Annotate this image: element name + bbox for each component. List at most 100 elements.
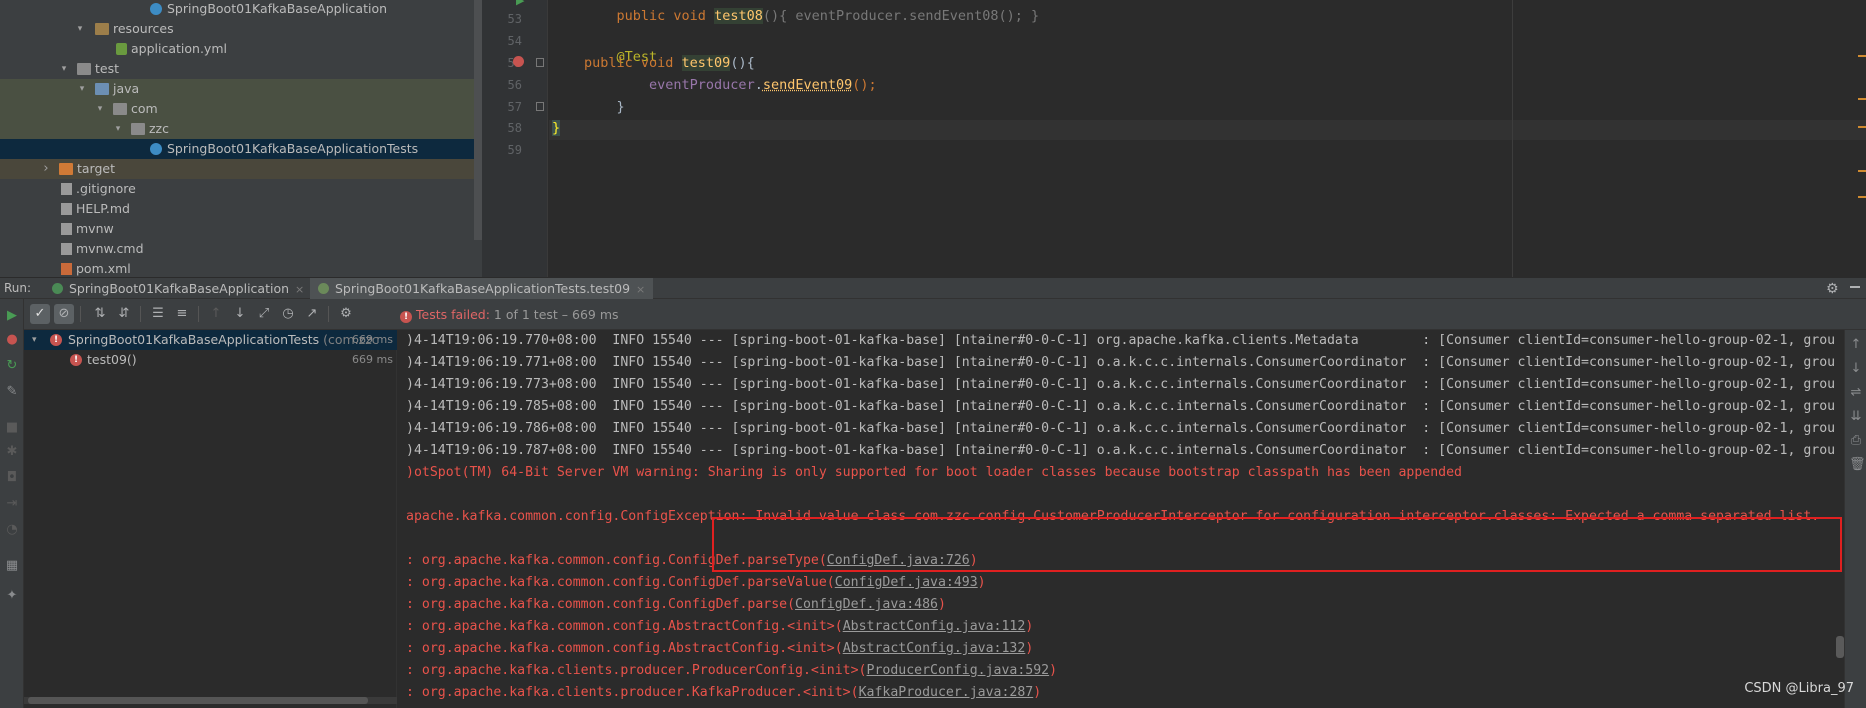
scrollbar-thumb[interactable] — [28, 697, 368, 704]
gear-icon[interactable]: ⚙ — [336, 304, 356, 324]
soft-wrap-icon[interactable]: ⇌ — [1849, 386, 1863, 400]
folder-icon — [77, 63, 91, 75]
wrench-icon[interactable]: ✎ — [5, 385, 19, 399]
debug-icon[interactable]: ✱ — [5, 445, 19, 459]
source-link[interactable]: AbstractConfig.java:132 — [843, 641, 1026, 656]
sort-alpha-icon[interactable]: ⇅ — [90, 304, 110, 324]
code-editor[interactable]: 53 54 55 56 57 58 59 ▶ public void test0… — [482, 0, 1866, 277]
previous-failed-icon[interactable]: ↑ — [206, 304, 226, 324]
yml-file-icon — [116, 43, 127, 55]
chevron-down-icon[interactable]: ▾ — [74, 19, 86, 39]
error-highlight-box — [712, 517, 1842, 572]
fold-icon[interactable] — [536, 102, 544, 111]
tree-item-mvnw[interactable]: mvnw — [0, 219, 474, 239]
error-stripe-marker[interactable] — [1858, 98, 1866, 100]
error-stripe-marker[interactable] — [1858, 55, 1866, 57]
tree-item-java[interactable]: ▾ java — [0, 79, 474, 99]
arrow-up-icon[interactable]: ↑ — [1849, 338, 1863, 352]
tree-scrollbar[interactable] — [474, 0, 482, 240]
arrow-down-icon[interactable]: ↓ — [1849, 362, 1863, 376]
toggle-auto-test-icon[interactable]: ↻ — [5, 359, 19, 373]
code-line-58: } — [552, 120, 561, 136]
rerun-icon[interactable]: ▶ — [5, 309, 19, 323]
tree-item-resources[interactable]: ▾ resources — [0, 19, 474, 39]
run-failed-test-icon[interactable] — [513, 56, 524, 67]
source-link[interactable]: ProducerConfig.java:592 — [867, 663, 1050, 678]
stack-frame: : org.apache.kafka.common.config.ConfigD… — [406, 597, 946, 612]
chevron-down-icon[interactable]: ▾ — [112, 119, 124, 139]
tree-item-com[interactable]: ▾ com — [0, 99, 474, 119]
export-icon[interactable]: ↗ — [302, 304, 322, 324]
source-link[interactable]: ConfigDef.java:493 — [835, 575, 978, 590]
current-line-highlight — [549, 120, 1866, 140]
import-tests-icon[interactable]: ⤢ — [254, 304, 274, 324]
close-icon[interactable]: × — [636, 283, 645, 296]
hide-icon[interactable] — [1850, 286, 1860, 288]
tree-item-test[interactable]: ▾ test — [0, 59, 474, 79]
show-ignored-icon[interactable]: ⊘ — [54, 304, 74, 324]
sort-duration-icon[interactable]: ⇵ — [114, 304, 134, 324]
run-tab-application[interactable]: SpringBoot01KafkaBaseApplication × — [46, 278, 310, 299]
tree-item-pom-xml[interactable]: pom.xml — [0, 259, 474, 277]
source-link[interactable]: ConfigDef.java:486 — [795, 597, 938, 612]
test-case-row[interactable]: ! test09() 669 ms — [24, 350, 397, 370]
log-line: )4-14T19:06:19.786+08:00 INFO 15540 --- … — [406, 421, 1836, 436]
fold-icon[interactable] — [536, 58, 544, 67]
camera-icon[interactable]: ◘ — [5, 471, 19, 485]
history-icon[interactable]: ◔ — [5, 523, 19, 537]
log-line: )4-14T19:06:19.787+08:00 INFO 15540 --- … — [406, 443, 1836, 458]
exit-icon[interactable]: ⇥ — [5, 497, 19, 511]
chevron-down-icon[interactable]: ▾ — [76, 79, 88, 99]
source-link[interactable]: AbstractConfig.java:112 — [843, 619, 1026, 634]
stack-frame: : org.apache.kafka.common.config.Abstrac… — [406, 619, 1034, 634]
failed-icon: ! — [400, 311, 412, 323]
tree-item-tests-class[interactable]: SpringBoot01KafkaBaseApplicationTests — [0, 139, 474, 159]
tests-status: ! Tests failed: 1 of 1 test – 669 ms — [400, 299, 619, 330]
file-icon — [61, 243, 72, 255]
collapse-all-icon[interactable]: ≡ — [172, 304, 192, 324]
tree-item-mvnw-cmd[interactable]: mvnw.cmd — [0, 239, 474, 259]
failed-icon: ! — [70, 354, 82, 366]
layout-icon[interactable]: ▦ — [5, 559, 19, 573]
run-tool-window-header: Run: SpringBoot01KafkaBaseApplication × S… — [0, 277, 1866, 299]
tree-item-gitignore[interactable]: .gitignore — [0, 179, 474, 199]
test-history-icon[interactable]: ◷ — [278, 304, 298, 324]
trash-icon[interactable]: 🗑 — [1849, 458, 1866, 472]
run-tab-tests[interactable]: SpringBoot01KafkaBaseApplicationTests.te… — [310, 278, 654, 299]
console-side-toolbar: ↑ ↓ ⇌ ⇊ ⎙ 🗑 — [1844, 330, 1866, 708]
toolbar-separator — [140, 306, 141, 322]
expand-all-icon[interactable]: ☰ — [148, 304, 168, 324]
scroll-to-end-icon[interactable]: ⇊ — [1849, 410, 1863, 424]
console-output[interactable]: )4-14T19:06:19.770+08:00 INFO 15540 --- … — [398, 330, 1844, 708]
chevron-down-icon[interactable]: ▾ — [32, 330, 37, 350]
test-suite-row[interactable]: ▾ ! SpringBoot01KafkaBaseApplicationTest… — [24, 330, 397, 350]
pin-icon[interactable]: ✦ — [5, 589, 19, 603]
chevron-down-icon[interactable]: ▾ — [94, 99, 106, 119]
gear-icon[interactable]: ⚙ — [1826, 281, 1839, 297]
source-link[interactable]: KafkaProducer.java:287 — [859, 685, 1034, 700]
horizontal-scrollbar[interactable] — [24, 697, 397, 704]
test-toolbar: ✓ ⊘ ⇅ ⇵ ☰ ≡ ↑ ↓ ⤢ ◷ ↗ ⚙ ! Tests failed: 1… — [24, 299, 1866, 330]
rerun-failed-icon[interactable]: ● — [5, 333, 19, 347]
stack-frame: : org.apache.kafka.common.config.ConfigD… — [406, 575, 986, 590]
error-stripe-marker[interactable] — [1858, 170, 1866, 172]
tree-item-application-class[interactable]: SpringBoot01KafkaBaseApplication — [0, 0, 474, 19]
tree-item-help-md[interactable]: HELP.md — [0, 199, 474, 219]
stop-icon[interactable]: ■ — [5, 421, 19, 435]
tree-item-application-yml[interactable]: application.yml — [0, 39, 474, 59]
toolbar-separator — [80, 306, 81, 322]
console-scrollbar-thumb[interactable] — [1836, 636, 1844, 658]
stack-frame: : org.apache.kafka.clients.producer.Prod… — [406, 663, 1058, 678]
chevron-right-icon[interactable]: › — [40, 159, 52, 179]
chevron-down-icon[interactable]: ▾ — [58, 59, 70, 79]
run-test-icon[interactable]: ▶ — [516, 0, 524, 7]
tree-item-target[interactable]: › target — [0, 159, 474, 179]
show-passed-icon[interactable]: ✓ — [30, 304, 50, 324]
print-icon[interactable]: ⎙ — [1849, 434, 1863, 448]
error-stripe-marker[interactable] — [1858, 196, 1866, 198]
tree-item-zzc[interactable]: ▾ zzc — [0, 119, 474, 139]
error-stripe-marker[interactable] — [1858, 126, 1866, 128]
next-failed-icon[interactable]: ↓ — [230, 304, 250, 324]
line-number: 59 — [507, 143, 522, 157]
close-icon[interactable]: × — [295, 283, 304, 296]
